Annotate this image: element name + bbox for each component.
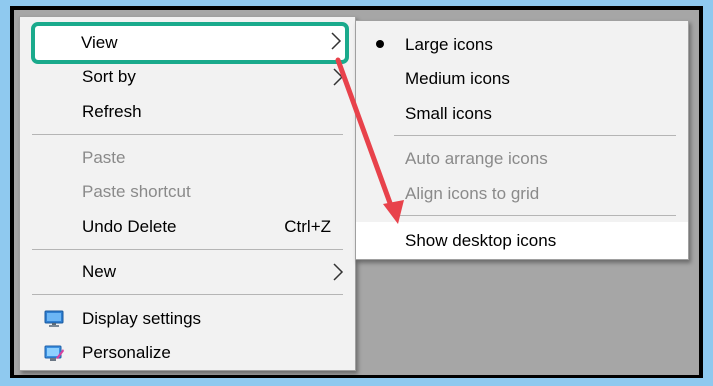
monitor-icon	[44, 310, 64, 328]
menu-separator	[32, 134, 343, 135]
bullet-icon	[376, 40, 384, 48]
menu-item-display-settings-label: Display settings	[82, 309, 202, 328]
view-item-annotation-highlight: View	[31, 22, 349, 64]
menu-item-display-settings[interactable]: Display settings	[20, 302, 355, 336]
submenu-item-align-to-grid[interactable]: Align icons to grid	[356, 177, 688, 211]
menu-item-sort-by-label: Sort by	[82, 67, 136, 86]
submenu-item-auto-arrange-label: Auto arrange icons	[405, 149, 548, 168]
submenu-item-medium-icons-label: Medium icons	[405, 69, 510, 88]
desktop-context-menu: View Sort by Refresh Paste Paste shortcu…	[19, 16, 356, 371]
menu-item-refresh[interactable]: Refresh	[20, 95, 355, 129]
submenu-item-small-icons[interactable]: Small icons	[356, 97, 688, 131]
chevron-right-icon	[331, 262, 345, 282]
submenu-separator	[394, 135, 676, 136]
menu-item-undo-delete-label: Undo Delete	[82, 217, 177, 236]
submenu-item-show-desktop-icons[interactable]: Show desktop icons	[356, 222, 688, 259]
menu-item-paste-shortcut[interactable]: Paste shortcut	[20, 175, 355, 209]
submenu-item-show-desktop-icons-label: Show desktop icons	[405, 230, 557, 250]
view-submenu: Large icons Medium icons Small icons Aut…	[355, 20, 689, 260]
submenu-item-large-icons[interactable]: Large icons	[356, 28, 688, 62]
personalize-icon	[44, 344, 64, 362]
chevron-right-icon	[331, 67, 345, 87]
submenu-item-large-icons-label: Large icons	[405, 35, 493, 54]
chevron-right-icon	[329, 31, 343, 51]
submenu-item-small-icons-label: Small icons	[405, 104, 492, 123]
submenu-item-medium-icons[interactable]: Medium icons	[356, 62, 688, 96]
submenu-item-auto-arrange[interactable]: Auto arrange icons	[356, 142, 688, 176]
menu-item-undo-delete-shortcut: Ctrl+Z	[284, 217, 331, 236]
menu-item-new-label: New	[82, 262, 117, 281]
view-highlight-label: View	[81, 33, 118, 52]
menu-item-personalize[interactable]: Personalize	[20, 336, 355, 370]
menu-item-paste[interactable]: Paste	[20, 141, 355, 175]
menu-item-new[interactable]: New	[20, 255, 355, 289]
submenu-separator	[394, 215, 676, 216]
menu-item-paste-shortcut-label: Paste shortcut	[82, 182, 191, 201]
menu-separator	[32, 294, 343, 295]
menu-item-paste-label: Paste	[82, 148, 126, 167]
menu-item-sort-by[interactable]: Sort by	[20, 60, 355, 94]
menu-separator	[32, 249, 343, 250]
menu-item-personalize-label: Personalize	[82, 343, 171, 362]
submenu-item-align-to-grid-label: Align icons to grid	[405, 184, 540, 203]
menu-item-refresh-label: Refresh	[82, 102, 142, 121]
menu-item-undo-delete[interactable]: Undo Delete Ctrl+Z	[20, 210, 355, 244]
